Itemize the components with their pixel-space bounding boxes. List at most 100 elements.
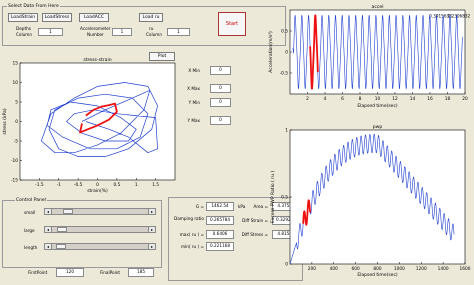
large-slider-right-arrow[interactable]: ▸ <box>148 227 155 232</box>
small-slider-left-arrow[interactable]: ◂ <box>45 209 52 214</box>
x-tick-label: 800 <box>373 266 381 272</box>
x-min-label: X Min <box>188 68 200 73</box>
damping-ratio-field: 0.265784 <box>206 216 234 225</box>
y-tick-label: 0.5 <box>281 195 288 201</box>
x-tick-label: 10 <box>375 96 381 102</box>
x-tick-label: 1400 <box>438 266 449 272</box>
x-tick-label: 1600 <box>460 266 471 272</box>
x-tick-label: 18 <box>445 96 451 102</box>
y-min-field[interactable]: 0 <box>210 98 231 107</box>
accelerometer-number-field[interactable]: 1 <box>112 28 132 36</box>
y-tick-label: -15 <box>11 178 18 184</box>
x-tick-label: 1000 <box>394 266 405 272</box>
x-tick-label: -1.5 <box>35 182 44 188</box>
x-tick-label: 200 <box>308 266 316 272</box>
y-tick-label: -5 <box>14 139 19 145</box>
x-tick-label: 6 <box>341 96 344 102</box>
depths-label: Depths <box>16 26 31 31</box>
large-slider[interactable]: ◂ ▸ <box>44 226 156 233</box>
x-max-field[interactable]: 0 <box>210 84 231 93</box>
accel-readout-right: 0.2306832 <box>448 14 471 19</box>
y-max-field[interactable]: 0 <box>210 116 231 125</box>
y-tick-label: 1 <box>285 128 288 134</box>
large-label: large <box>24 228 35 233</box>
small-slider-thumb[interactable] <box>62 209 73 214</box>
ru-column-label: Column <box>146 32 163 37</box>
stress-strain-chart: -1.5 -1 -0.5 0 0.5 1 1.5 -15 -10 -5 0 5 10 15 stress-s… <box>2 57 176 194</box>
load-stress-button[interactable]: LoadStress <box>42 13 72 22</box>
y-tick-label: 10 <box>13 80 19 86</box>
length-slider[interactable]: ◂ ▸ <box>44 243 156 250</box>
g-label: G = <box>195 204 204 209</box>
length-slider-left-arrow[interactable]: ◂ <box>45 244 52 249</box>
y-axis-label: Acceleration(m/s²) <box>268 31 274 73</box>
y-axis-label: Excess PWP Ratio ( ru ) <box>270 171 276 223</box>
x-min-field[interactable]: 0 <box>210 66 231 75</box>
g-field: 1462.54 <box>206 202 234 211</box>
y-tick-label: 5 <box>15 100 18 106</box>
chart-title: accel <box>372 4 384 10</box>
x-max-label: X Max <box>187 86 200 91</box>
accel-chart: 2 4 6 8 10 12 14 16 18 20 -0.5 0 0.5 accel Elapsed tim… <box>268 4 471 109</box>
load-ru-button[interactable]: Load ru <box>139 13 163 22</box>
first-point-label: FirstPoint <box>28 270 48 275</box>
large-slider-left-arrow[interactable]: ◂ <box>45 227 52 232</box>
first-point-field[interactable]: 120 <box>56 268 84 277</box>
x-tick-label: 8 <box>359 96 362 102</box>
x-axis-label: strain(%) <box>87 188 108 194</box>
length-slider-right-arrow[interactable]: ▸ <box>148 244 155 249</box>
x-tick-label: 20 <box>462 96 468 102</box>
x-tick-label: 1200 <box>416 266 427 272</box>
max-ru-label: max( ru ) = <box>179 232 204 237</box>
y-min-label: Y Min <box>188 100 200 105</box>
depths-column-field[interactable]: 1 <box>38 28 63 36</box>
x-tick-label: -0.5 <box>74 182 83 188</box>
ru-column-field[interactable]: 1 <box>167 28 190 36</box>
y-tick-label: -10 <box>11 158 18 164</box>
app-window: Select Data From Here LoadStrain LoadStr… <box>0 0 474 285</box>
length-slider-thumb[interactable] <box>56 244 67 249</box>
x-tick-label: 1 <box>135 182 138 188</box>
x-tick-label: -1 <box>57 182 62 188</box>
small-label: small <box>24 210 36 215</box>
small-slider[interactable]: ◂ ▸ <box>44 208 156 215</box>
y-axis-label: stress (kPa) <box>2 108 8 134</box>
chart-title: pwp <box>373 125 383 130</box>
x-tick-label: 1.5 <box>152 182 159 188</box>
y-max-label: Y Max <box>187 118 200 123</box>
x-tick-label: 16 <box>427 96 433 102</box>
length-label: length <box>24 245 38 250</box>
accelerometer-label: Accelerometer <box>80 26 111 31</box>
x-tick-label: 600 <box>352 266 360 272</box>
select-data-title: Select Data From Here <box>7 4 60 9</box>
y-tick-label: 0 <box>285 262 288 268</box>
x-tick-label: 14 <box>410 96 416 102</box>
plot-area <box>19 62 176 181</box>
max-ru-field: 0.6406 <box>206 230 234 239</box>
x-tick-label: 400 <box>330 266 338 272</box>
control-panel-title: Control Panel <box>15 198 47 203</box>
accelerometer-number-label: Number <box>87 32 104 37</box>
final-point-field[interactable]: 185 <box>128 268 154 277</box>
y-tick-label: -0.5 <box>280 71 289 77</box>
large-slider-thumb[interactable] <box>57 227 68 232</box>
pwp-chart: 200 400 600 800 1000 1200 1400 1600 0 0.5 1 pwp Elap… <box>270 125 471 278</box>
y-tick-label: 0 <box>285 50 288 56</box>
min-ru-label: min( ru ) = <box>180 244 204 249</box>
chart-title: stress-strain <box>83 57 111 63</box>
ru-label: ru <box>149 26 154 31</box>
x-tick-label: 12 <box>392 96 398 102</box>
y-tick-label: 0.5 <box>281 29 288 35</box>
depths-column-label: Column <box>16 32 33 37</box>
small-slider-right-arrow[interactable]: ▸ <box>148 209 155 214</box>
x-tick-label: 2 <box>306 96 309 102</box>
final-point-label: FinalPoint <box>100 270 121 275</box>
min-ru-field: 0.221168 <box>206 242 234 251</box>
y-tick-label: 0 <box>15 119 18 125</box>
start-button[interactable]: Start <box>218 12 246 36</box>
x-axis-label: Elapsed time(sec) <box>357 103 398 109</box>
x-tick-label: 0 <box>96 182 99 188</box>
load-acc-button[interactable]: LoadACC <box>79 13 109 22</box>
load-strain-button[interactable]: LoadStrain <box>8 13 38 22</box>
x-tick-label: 4 <box>324 96 327 102</box>
